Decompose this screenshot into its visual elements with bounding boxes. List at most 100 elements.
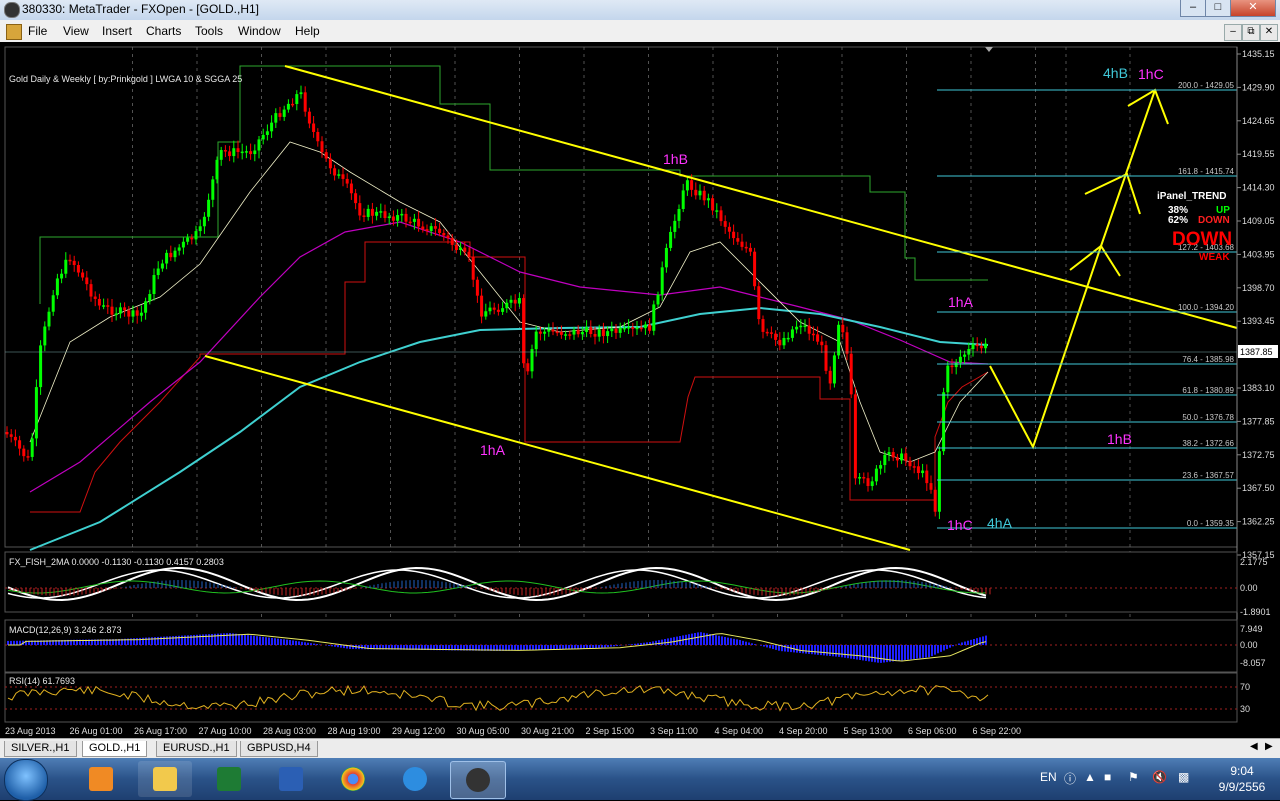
menu-window[interactable]: Window <box>238 24 281 38</box>
candle-body <box>282 109 286 117</box>
menu-tools[interactable]: Tools <box>195 24 223 38</box>
mdi-close-button[interactable]: ✕ <box>1260 24 1278 41</box>
clock-date: 9/9/2556 <box>1218 780 1266 794</box>
candle-body <box>950 365 954 368</box>
candle-body <box>904 453 908 461</box>
candle-body <box>51 295 55 312</box>
tab-eurusd-h1[interactable]: EURUSD.,H1 <box>156 741 237 757</box>
tab-gbpusd-h4[interactable]: GBPUSD,H4 <box>240 741 318 757</box>
candle-body <box>404 213 408 222</box>
tray-app-icon[interactable]: ■ <box>1104 770 1111 784</box>
mdi-minimize-button[interactable]: – <box>1224 24 1242 41</box>
candle-body <box>68 259 72 262</box>
fisher-tick-bottom: -1.8901 <box>1240 607 1271 617</box>
fisher-label: FX_FISH_2MA 0.0000 -0.1130 -0.1130 0.415… <box>9 557 224 567</box>
candle-body <box>937 451 941 512</box>
candle-body <box>589 327 593 335</box>
fib-level-label: 61.8 - 1380.89 <box>1182 386 1234 395</box>
menu-insert[interactable]: Insert <box>102 24 132 38</box>
maximize-button[interactable]: □ <box>1205 0 1231 17</box>
candle-body <box>5 432 9 435</box>
candle-body <box>534 331 538 350</box>
candle-body <box>30 438 34 457</box>
menu-view[interactable]: View <box>63 24 89 38</box>
minimize-button[interactable]: – <box>1180 0 1206 17</box>
tab-scroll-right-icon[interactable]: ▶ <box>1265 741 1273 752</box>
taskbar-clock[interactable]: 9:04 9/9/2556 <box>1210 763 1274 795</box>
candle-body <box>446 235 450 239</box>
candle-body <box>328 158 332 169</box>
candle-body <box>706 198 710 201</box>
macd-pane <box>4 619 1238 673</box>
taskbar-explorer[interactable] <box>138 761 192 797</box>
current-price-label: 1387.85 <box>1240 347 1273 357</box>
candle-body <box>417 218 421 227</box>
wave-label-1hb-top: 1hB <box>663 151 688 167</box>
candle-body <box>732 231 736 239</box>
time-tick-label: 5 Sep 13:00 <box>844 726 893 736</box>
candle-body <box>156 268 160 276</box>
candle-body <box>190 237 194 240</box>
metatrader-icon <box>4 2 20 18</box>
menu-help[interactable]: Help <box>295 24 320 38</box>
speaker-muted-icon[interactable]: 🔇 <box>1152 770 1167 784</box>
candle-body <box>958 356 962 363</box>
candle-body <box>652 304 656 331</box>
price-tick-label: 1377.85 <box>1242 416 1275 426</box>
candle-body <box>656 294 660 305</box>
wave-label-4ha: 4hA <box>987 515 1013 531</box>
candle-body <box>236 148 240 152</box>
candle-body <box>240 151 244 154</box>
internet-explorer-icon <box>403 767 427 791</box>
candle-body <box>702 190 706 201</box>
candle-body <box>572 329 576 335</box>
candle-body <box>324 152 328 159</box>
candle-body <box>895 457 899 461</box>
candle-body <box>345 178 349 184</box>
mdi-restore-button[interactable]: ⧉ <box>1242 24 1260 41</box>
menu-charts[interactable]: Charts <box>146 24 181 38</box>
taskbar-media-player[interactable] <box>74 761 128 797</box>
taskbar-internet-explorer[interactable] <box>388 761 442 797</box>
candle-body <box>148 294 152 302</box>
candle-body <box>391 216 395 221</box>
taskbar-excel[interactable] <box>202 761 256 797</box>
candle-body <box>610 328 614 332</box>
candle-body <box>295 94 299 104</box>
candle-body <box>97 298 101 306</box>
tab-gold-h1[interactable]: GOLD.,H1 <box>82 741 148 757</box>
network-icon[interactable]: ▩ <box>1178 770 1189 784</box>
chart-window[interactable]: 200.0 - 1429.05 161.8 - 1415.74 127.2 - 14… <box>0 42 1280 738</box>
candle-body <box>454 244 458 251</box>
candle-body <box>845 332 849 354</box>
candle-body <box>522 298 526 364</box>
start-button[interactable] <box>4 759 48 801</box>
taskbar-chrome[interactable] <box>326 761 380 797</box>
candle-body <box>606 331 610 337</box>
candle-body <box>690 180 694 190</box>
candle-body <box>828 370 832 384</box>
taskbar-metatrader[interactable] <box>450 761 506 799</box>
fib-level-label: 23.6 - 1367.57 <box>1182 471 1234 480</box>
tray-arrow-icon[interactable]: ▲ <box>1084 770 1096 784</box>
candle-body <box>891 452 895 458</box>
language-indicator[interactable]: EN <box>1040 770 1057 784</box>
help-icon[interactable]: ⓘ <box>1064 770 1076 787</box>
candle-body <box>60 273 64 279</box>
chart-canvas[interactable]: 200.0 - 1429.05161.8 - 1415.74127.2 - 14… <box>0 42 1280 738</box>
candle-body <box>597 329 601 337</box>
wave-label-4hb: 4hB <box>1103 65 1128 81</box>
candle-body <box>286 103 290 110</box>
action-center-icon[interactable]: ⚑ <box>1128 770 1139 784</box>
candle-body <box>131 310 135 317</box>
menu-file[interactable]: File <box>28 24 47 38</box>
time-tick-label: 26 Aug 17:00 <box>134 726 187 736</box>
candle-body <box>64 259 68 274</box>
candle-body <box>26 456 30 458</box>
candle-body <box>925 470 929 484</box>
tab-scroll-left-icon[interactable]: ◀ <box>1250 741 1258 752</box>
close-button[interactable]: ✕ <box>1230 0 1276 17</box>
candle-body <box>354 193 358 204</box>
tab-silver-h1[interactable]: SILVER.,H1 <box>4 741 77 757</box>
taskbar-word[interactable] <box>264 761 318 797</box>
